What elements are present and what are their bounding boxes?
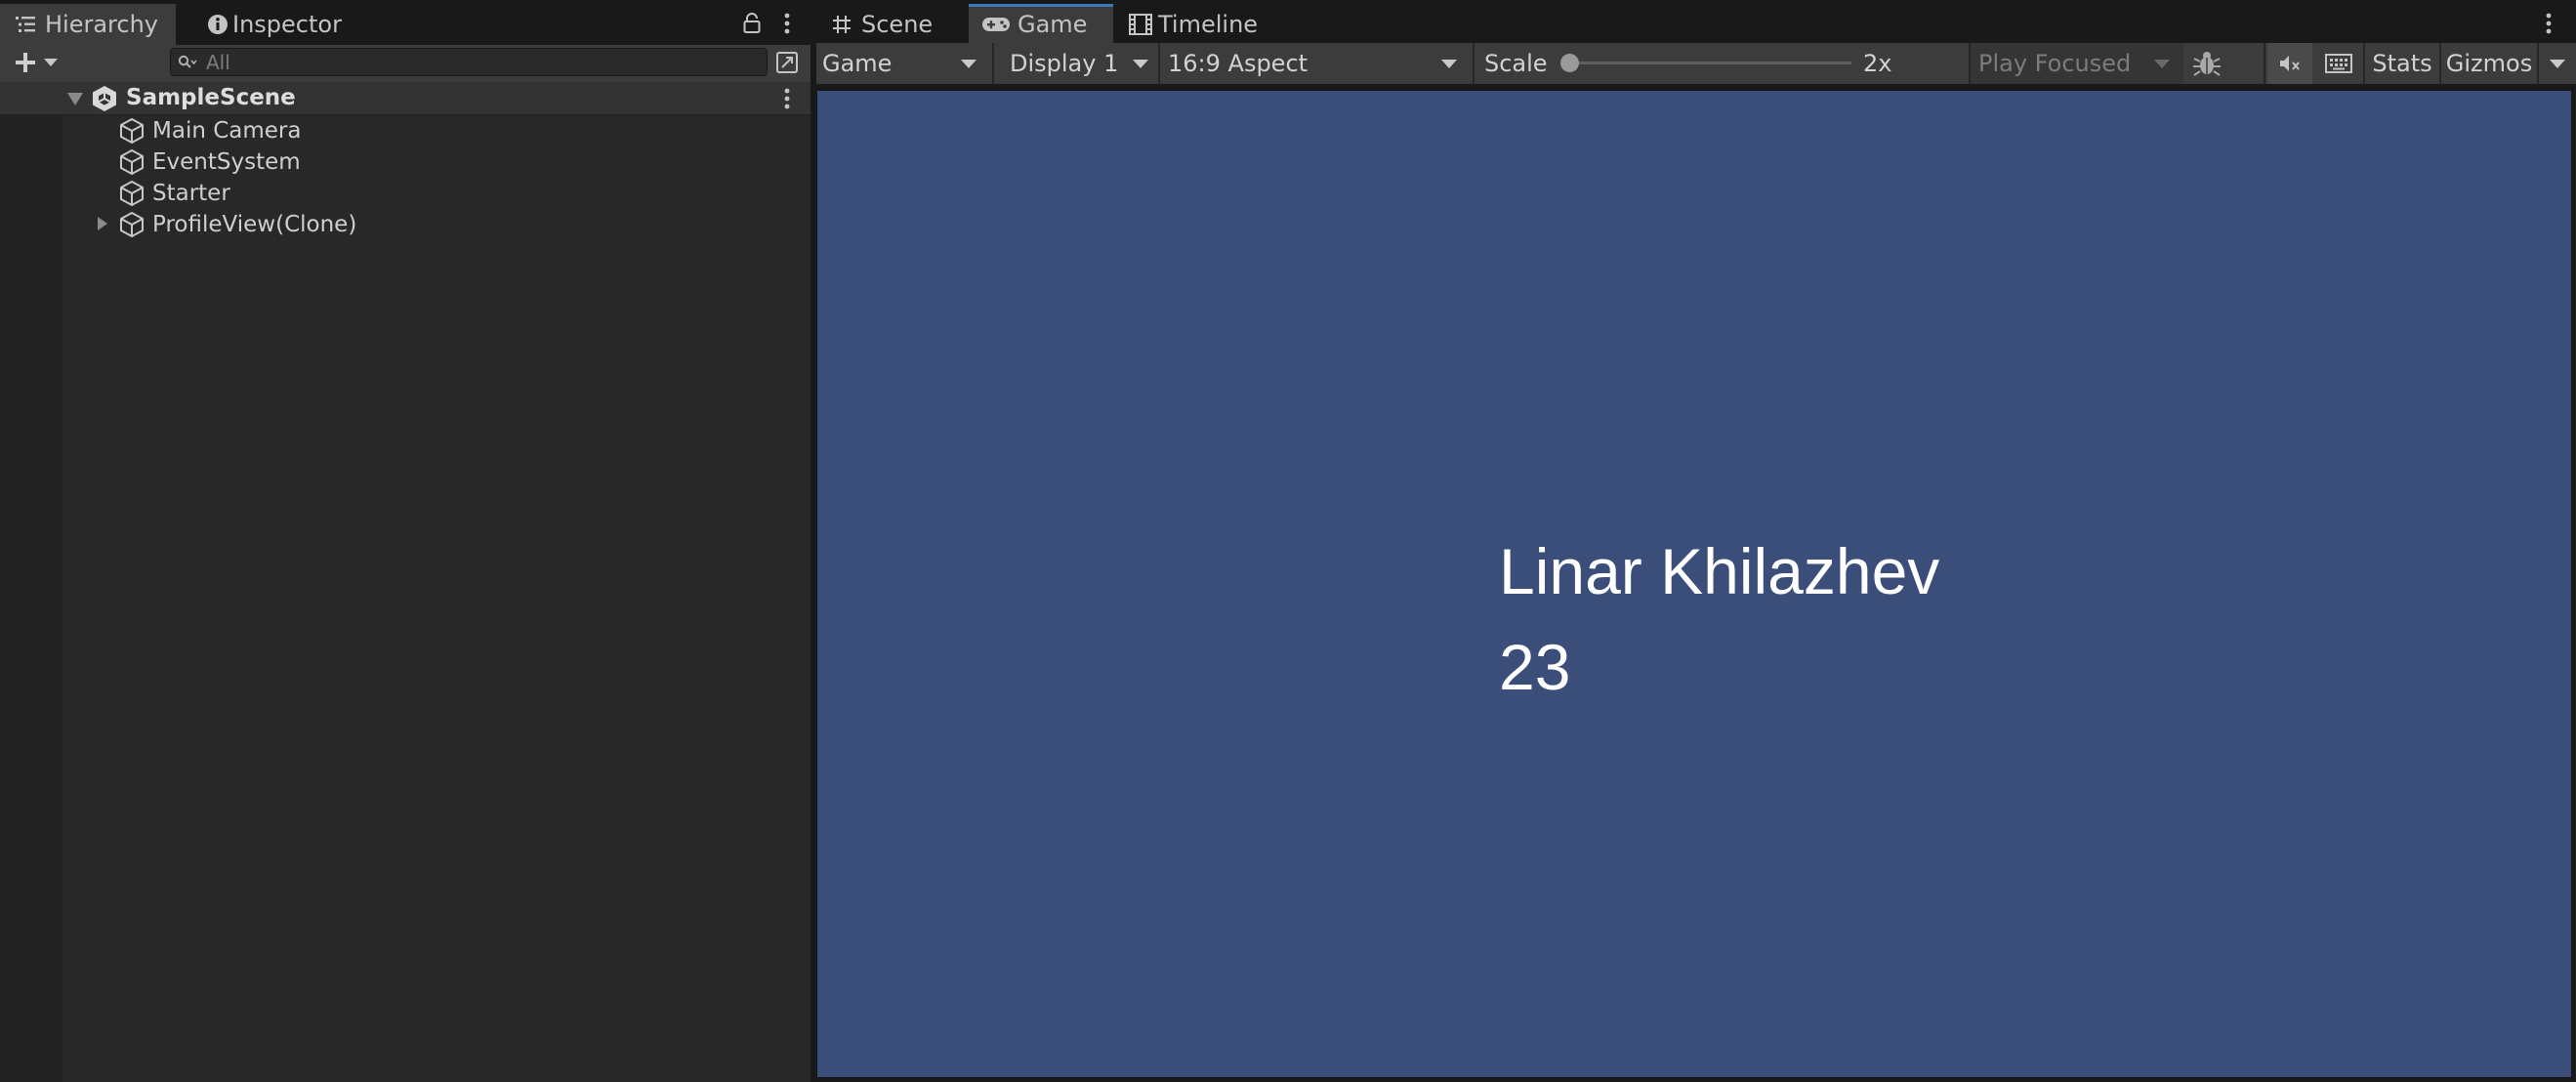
hierarchy-item-label: ProfileView(Clone) [152, 212, 357, 237]
aspect-dropdown[interactable]: 16:9 Aspect [1160, 43, 1471, 84]
scale-label: Scale [1484, 50, 1548, 77]
tab-inspector-label: Inspector [232, 11, 342, 38]
gameobject-cube-icon [117, 179, 146, 208]
speaker-mute-icon [2275, 50, 2305, 77]
chevron-down-icon [44, 59, 58, 66]
aspect-label: 16:9 Aspect [1168, 50, 1309, 77]
display-dropdown[interactable]: Display 1 [994, 43, 1158, 84]
scene-row[interactable] [0, 82, 810, 115]
search-icon [177, 52, 198, 73]
gameobject-cube-icon [117, 116, 146, 146]
gameobject-cube-icon [117, 210, 146, 239]
play-mode-label: Play Focused [1978, 50, 2132, 77]
expand-arrow-icon[interactable] [94, 213, 111, 234]
scale-value: 2x [1863, 50, 1892, 77]
toolbar-separator [1473, 43, 1475, 84]
grid-hash-icon [828, 11, 855, 38]
keyboard-icon [2324, 50, 2353, 77]
hierarchy-item[interactable]: EventSystem [117, 146, 301, 178]
view-mode-dropdown[interactable]: Game [816, 43, 990, 84]
hierarchy-gutter [0, 115, 62, 1082]
create-dropdown-button[interactable] [8, 48, 62, 77]
chevron-down-icon [2550, 59, 2565, 68]
gameobject-cube-icon [117, 147, 146, 177]
scale-slider-handle[interactable] [1560, 54, 1579, 72]
search-placeholder: All [206, 51, 230, 74]
gizmos-button[interactable]: Gizmos [2443, 43, 2535, 84]
chevron-down-icon [2154, 59, 2170, 68]
toolbar-separator [2363, 43, 2365, 84]
film-icon [1127, 11, 1154, 38]
info-icon [203, 10, 232, 39]
shortcuts-button[interactable] [2316, 43, 2361, 84]
toolbar-separator [2264, 43, 2265, 84]
gamepad-icon [980, 11, 1012, 38]
profile-age-text: 23 [1499, 631, 1571, 703]
tab-scene-label: Scene [861, 11, 934, 38]
mute-audio-button[interactable] [2267, 43, 2312, 84]
hierarchy-item-label: Main Camera [152, 118, 302, 144]
scene-more-icon[interactable] [777, 86, 797, 111]
tab-scene[interactable]: Scene [816, 4, 969, 45]
plus-icon [13, 50, 38, 75]
stats-button[interactable]: Stats [2367, 43, 2437, 84]
tab-timeline-label: Timeline [1158, 11, 1259, 38]
chevron-down-icon [1441, 59, 1457, 68]
lock-icon[interactable] [738, 10, 766, 37]
hierarchy-item[interactable]: Starter [117, 178, 230, 209]
profile-name-text: Linar Khilazhev [1499, 535, 1940, 607]
scene-name: SampleScene [126, 85, 296, 110]
tab-hierarchy[interactable]: Hierarchy [0, 4, 176, 45]
tab-hierarchy-label: Hierarchy [45, 11, 159, 38]
tab-inspector[interactable]: Inspector [191, 4, 387, 45]
game-viewport[interactable]: Linar Khilazhev 23 [816, 90, 2572, 1078]
unity-scene-icon [90, 84, 119, 113]
expand-triangle-icon[interactable] [64, 88, 86, 109]
hierarchy-list-icon [12, 10, 41, 39]
view-mode-label: Game [822, 50, 893, 77]
hierarchy-item-label: Starter [152, 181, 230, 206]
hierarchy-item-label: EventSystem [152, 149, 301, 175]
play-mode-dropdown[interactable]: Play Focused [1971, 43, 2183, 84]
scale-slider-track[interactable] [1562, 62, 1851, 64]
gizmos-dropdown[interactable] [2539, 43, 2576, 84]
tab-game[interactable]: Game [969, 4, 1113, 45]
game-more-menu-icon[interactable] [2537, 10, 2560, 37]
bug-icon[interactable] [2187, 45, 2226, 82]
tab-timeline[interactable]: Timeline [1115, 4, 1291, 45]
active-tab-indicator [969, 4, 1113, 7]
tab-game-label: Game [1018, 11, 1088, 38]
hierarchy-item[interactable]: Main Camera [117, 115, 301, 146]
toolbar-separator [2439, 43, 2441, 84]
display-label: Display 1 [1010, 50, 1119, 77]
chevron-down-icon [961, 59, 976, 68]
hierarchy-search-input[interactable]: All [170, 48, 768, 76]
chevron-down-icon [1133, 59, 1148, 68]
more-menu-icon[interactable] [775, 10, 799, 37]
scene-visibility-icon[interactable] [771, 48, 803, 77]
hierarchy-item[interactable]: ProfileView(Clone) [117, 209, 356, 240]
